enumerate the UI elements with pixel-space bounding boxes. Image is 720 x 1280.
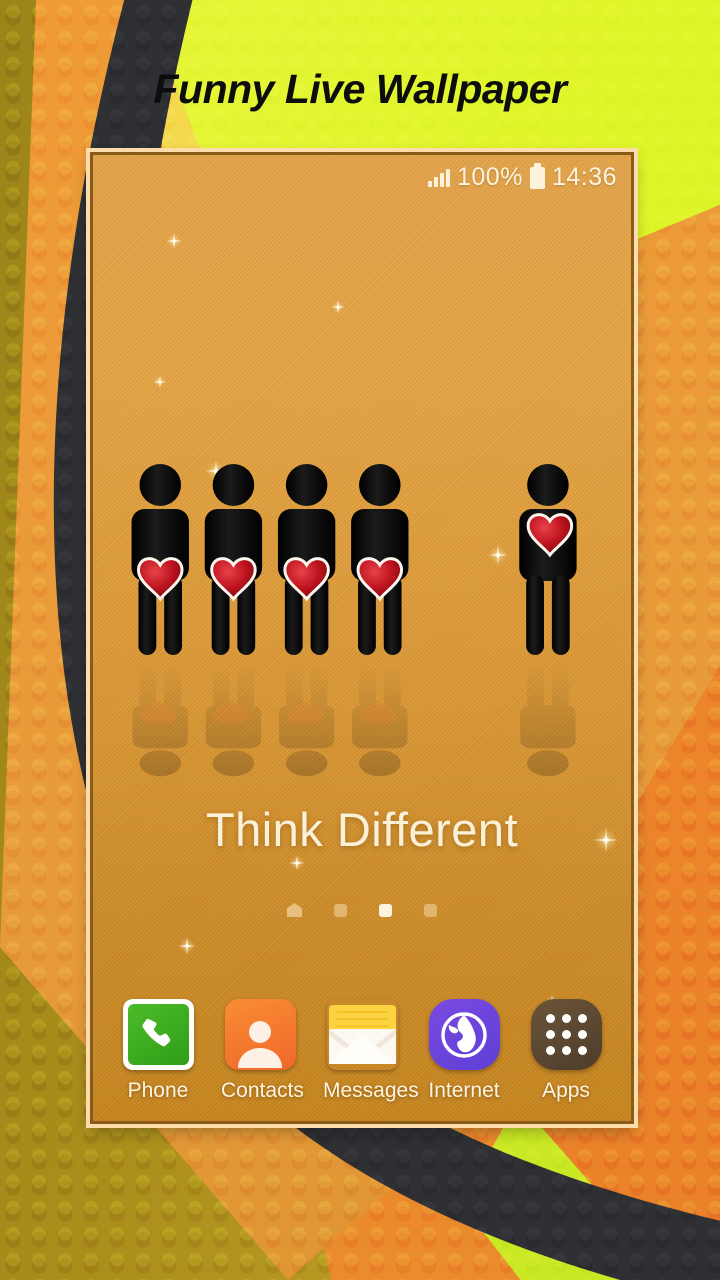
person-silhouette-icon[interactable] — [224, 999, 296, 1070]
dock-label-apps: Apps — [542, 1079, 590, 1102]
figure-group-different — [519, 464, 577, 655]
page-dot-4[interactable] — [424, 903, 437, 917]
phone-handset-icon[interactable] — [122, 999, 194, 1070]
dock-label-contacts: Contacts — [221, 1079, 304, 1102]
page-title: Funny Live Wallpaper — [153, 66, 568, 112]
phone-screenshot-frame: 100% 14:36 Think Different Phone Contact… — [90, 152, 634, 1124]
wallpaper-figures — [93, 455, 631, 665]
envelope-icon[interactable] — [327, 999, 398, 1070]
clock-label: 14:36 — [551, 163, 617, 191]
page-indicator[interactable] — [93, 903, 631, 917]
battery-percent-label: 100% — [456, 163, 523, 191]
globe-icon[interactable] — [428, 999, 500, 1070]
figure-group-conformists — [131, 464, 409, 655]
status-bar: 100% 14:36 — [427, 162, 617, 192]
dock-item-contacts[interactable]: Contacts — [221, 999, 304, 1103]
page-dot-2[interactable] — [334, 903, 347, 917]
page-dot-3[interactable] — [379, 903, 392, 917]
battery-full-icon — [529, 162, 545, 189]
dock-label-phone: Phone — [127, 1079, 189, 1102]
wallpaper-slogan: Think Different — [205, 803, 519, 856]
apps-grid-icon[interactable] — [530, 999, 602, 1070]
home-screen-dock: Phone Contacts Messages Internet Apps — [93, 999, 631, 1103]
dock-item-messages[interactable]: Messages — [323, 999, 419, 1103]
signal-bars-icon — [427, 168, 450, 187]
dock-label-messages: Messages — [323, 1079, 419, 1102]
dock-label-internet: Internet — [428, 1079, 500, 1102]
dock-item-internet[interactable]: Internet — [425, 999, 503, 1103]
home-page-dot[interactable] — [287, 903, 302, 917]
dock-item-phone[interactable]: Phone — [119, 999, 197, 1103]
figures-reflection — [93, 653, 631, 783]
dock-item-apps[interactable]: Apps — [527, 999, 605, 1103]
